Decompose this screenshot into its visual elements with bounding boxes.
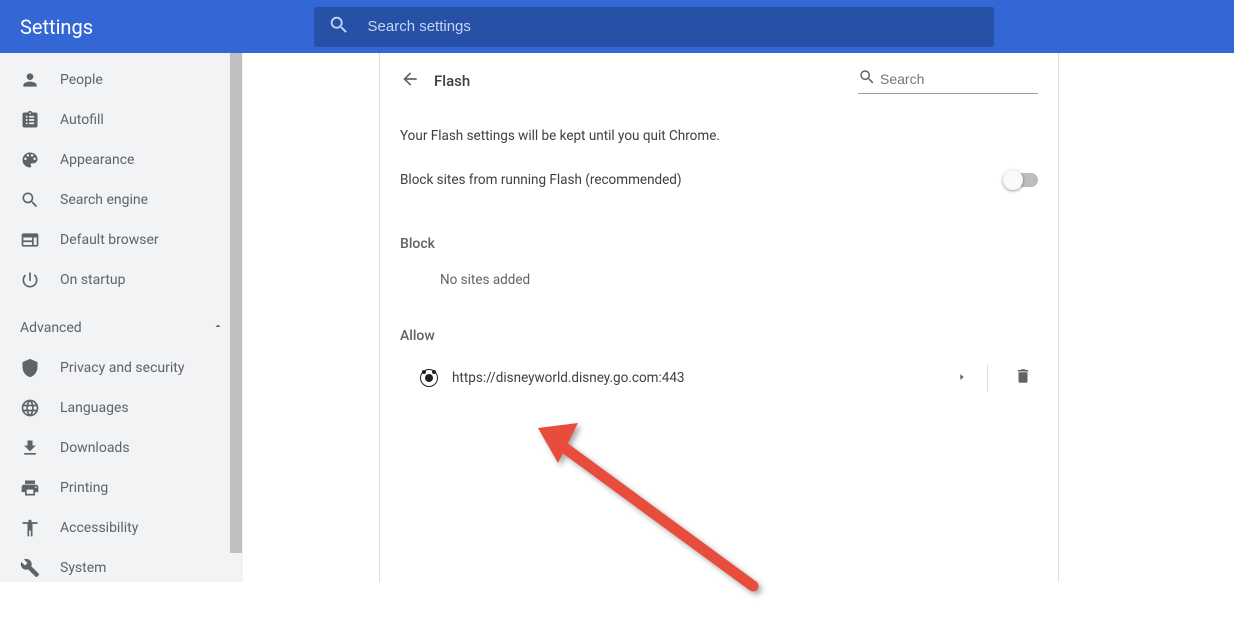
clipboard-icon bbox=[20, 110, 60, 130]
sidebar-item-languages[interactable]: Languages bbox=[0, 388, 242, 428]
wrench-icon bbox=[20, 558, 60, 578]
header-search-box[interactable] bbox=[314, 7, 994, 47]
site-details-button[interactable] bbox=[957, 370, 987, 386]
sidebar-item-label: People bbox=[60, 72, 103, 88]
allow-section-header: Allow bbox=[380, 298, 1058, 354]
download-icon bbox=[20, 438, 60, 458]
search-icon bbox=[20, 190, 60, 210]
palette-icon bbox=[20, 150, 60, 170]
sidebar-advanced-label: Advanced bbox=[20, 320, 82, 336]
sidebar-item-label: Appearance bbox=[60, 152, 134, 168]
page-title: Flash bbox=[434, 72, 470, 90]
content-search-input[interactable] bbox=[880, 71, 1038, 87]
block-flash-toggle-row: Block sites from running Flash (recommen… bbox=[380, 144, 1058, 206]
chevron-up-icon bbox=[212, 320, 224, 336]
sidebar-item-label: Privacy and security bbox=[60, 360, 184, 376]
shield-icon bbox=[20, 358, 60, 378]
sidebar-item-downloads[interactable]: Downloads bbox=[0, 428, 242, 468]
block-empty-message: No sites added bbox=[380, 262, 1058, 298]
sidebar-item-label: Search engine bbox=[60, 192, 148, 208]
sidebar-item-search-engine[interactable]: Search engine bbox=[0, 180, 242, 220]
sidebar-item-label: Autofill bbox=[60, 112, 104, 128]
sidebar-scrollbar[interactable] bbox=[230, 53, 242, 582]
search-icon bbox=[858, 68, 876, 90]
sidebar-scrollbar-thumb[interactable] bbox=[230, 53, 242, 553]
sidebar-item-on-startup[interactable]: On startup bbox=[0, 260, 242, 300]
sidebar-item-printing[interactable]: Printing bbox=[0, 468, 242, 508]
print-icon bbox=[20, 478, 60, 498]
content-search-box[interactable] bbox=[858, 68, 1038, 94]
main-content: Flash Your Flash settings will be kept u… bbox=[243, 53, 1234, 582]
sidebar-item-label: Default browser bbox=[60, 232, 159, 248]
info-text: Your Flash settings will be kept until y… bbox=[380, 108, 1058, 144]
sidebar-item-label: Downloads bbox=[60, 440, 130, 456]
sidebar-item-system[interactable]: System bbox=[0, 548, 242, 582]
person-icon bbox=[20, 70, 60, 90]
allow-site-row: https://disneyworld.disney.go.com:443 bbox=[380, 354, 1058, 402]
delete-site-button[interactable] bbox=[988, 367, 1038, 389]
sidebar-item-people[interactable]: People bbox=[0, 60, 242, 100]
sidebar: People Autofill Appearance Search engine… bbox=[0, 53, 243, 582]
globe-icon bbox=[20, 398, 60, 418]
block-flash-toggle[interactable] bbox=[1004, 173, 1038, 187]
search-icon bbox=[328, 14, 350, 40]
site-favicon-icon bbox=[420, 369, 438, 387]
content-header: Flash bbox=[380, 53, 1058, 108]
web-icon bbox=[20, 230, 60, 250]
sidebar-item-label: Accessibility bbox=[60, 520, 138, 536]
accessibility-icon bbox=[20, 518, 60, 538]
sidebar-item-label: Languages bbox=[60, 400, 129, 416]
power-icon bbox=[20, 270, 60, 290]
toggle-knob bbox=[1003, 170, 1023, 190]
header-title: Settings bbox=[20, 15, 93, 39]
sidebar-item-autofill[interactable]: Autofill bbox=[0, 100, 242, 140]
sidebar-advanced-header[interactable]: Advanced bbox=[0, 308, 242, 348]
sidebar-item-appearance[interactable]: Appearance bbox=[0, 140, 242, 180]
sidebar-item-label: System bbox=[60, 560, 106, 576]
toggle-label: Block sites from running Flash (recommen… bbox=[400, 172, 682, 188]
sidebar-item-privacy[interactable]: Privacy and security bbox=[0, 348, 242, 388]
back-button[interactable] bbox=[400, 69, 420, 93]
app-header: Settings bbox=[0, 0, 1234, 53]
sidebar-item-default-browser[interactable]: Default browser bbox=[0, 220, 242, 260]
site-url: https://disneyworld.disney.go.com:443 bbox=[452, 370, 957, 386]
sidebar-item-label: On startup bbox=[60, 272, 126, 288]
sidebar-item-accessibility[interactable]: Accessibility bbox=[0, 508, 242, 548]
block-section-header: Block bbox=[380, 206, 1058, 262]
sidebar-item-label: Printing bbox=[60, 480, 108, 496]
header-search-input[interactable] bbox=[368, 18, 980, 35]
